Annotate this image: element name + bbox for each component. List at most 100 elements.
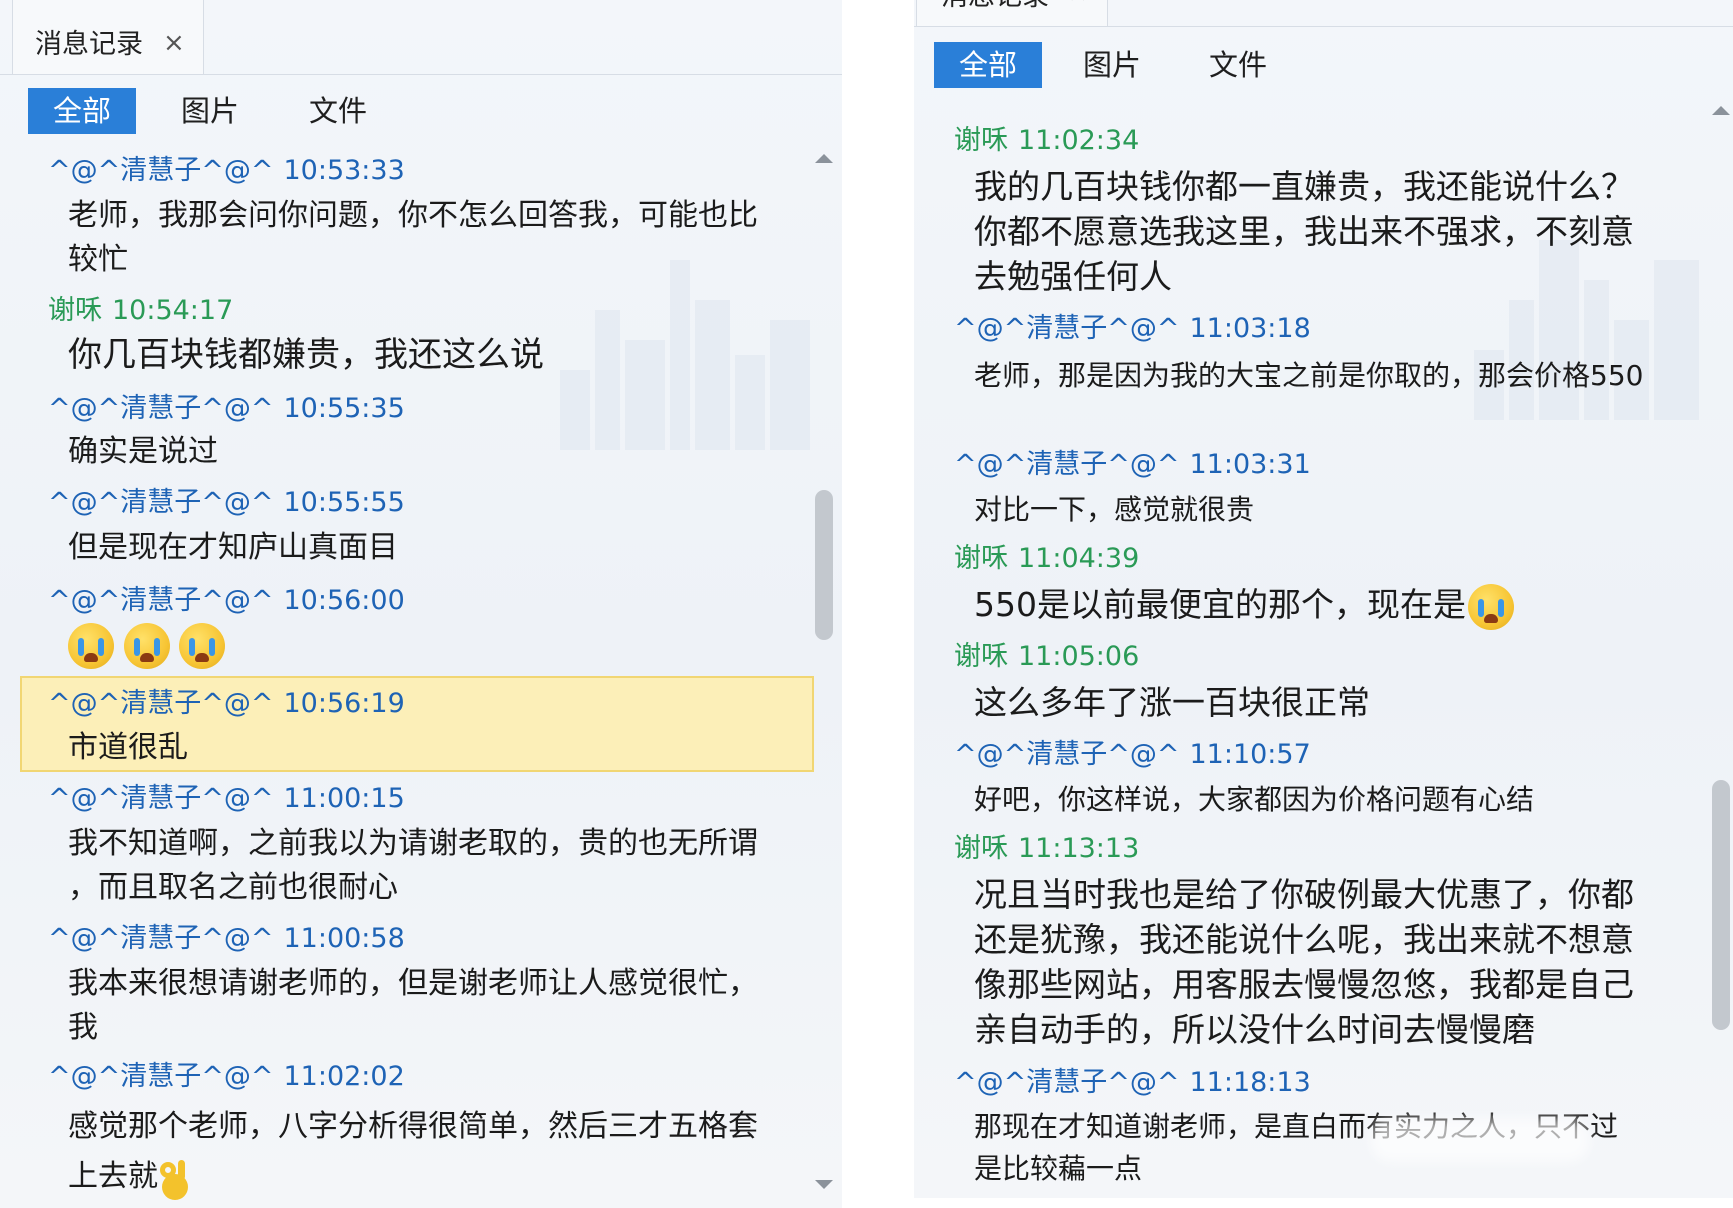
filter-tab-images[interactable]: 图片: [160, 88, 260, 134]
message-time: 10:55:55: [283, 487, 405, 518]
message-line: 还是犹豫，我还能说什么呢，我出来就不想意: [974, 920, 1634, 959]
message-header: ^@^清慧子^@^ 11:02:02: [48, 1054, 405, 1093]
sender-name: 谢咊: [954, 641, 1008, 672]
scroll-down-icon[interactable]: [815, 1180, 833, 1189]
sender-name: ^@^清慧子^@^: [48, 783, 274, 814]
sender-name: ^@^清慧子^@^: [48, 393, 274, 424]
sender-name: ^@^清慧子^@^: [48, 688, 274, 719]
message-time: 10:53:33: [283, 155, 405, 186]
sender-name: ^@^清慧子^@^: [954, 1067, 1180, 1098]
message-header: ^@^清慧子^@^ 11:18:13: [954, 1060, 1311, 1099]
sender-name: ^@^清慧子^@^: [48, 923, 274, 954]
filter-tab-files[interactable]: 文件: [288, 88, 388, 134]
message-time: 11:10:57: [1189, 739, 1311, 770]
scrollbar[interactable]: [814, 150, 834, 1190]
message-time: 11:03:18: [1189, 313, 1311, 344]
sender-name: ^@^清慧子^@^: [48, 585, 274, 616]
message-body: 我的几百块钱你都一直嫌贵，我还能说什么？ 你都不愿意选我这里，我出来不强求，不刻…: [974, 164, 1634, 299]
message-header: 谢咊 10:54:17: [48, 288, 233, 327]
tab-title: 消息记录: [35, 29, 143, 60]
message-line: 对比一下，感觉就很贵: [974, 493, 1255, 526]
tab-message-history[interactable]: 消息记录 ×: [916, 0, 1108, 26]
message-time: 11:04:39: [1018, 543, 1140, 574]
watermark-blur: [1370, 1118, 1590, 1162]
message-line: 我: [68, 1010, 98, 1045]
message-body: 这么多年了涨一百块很正常: [974, 680, 1370, 725]
sender-name: ^@^清慧子^@^: [48, 155, 274, 186]
scrollbar-thumb[interactable]: [815, 490, 833, 640]
message-body: 确实是说过: [68, 430, 218, 474]
message-header: 谢咊 11:13:13: [954, 826, 1139, 865]
message-time: 11:18:13: [1189, 1067, 1311, 1098]
message-time: 11:00:15: [283, 783, 405, 814]
sender-name: ^@^清慧子^@^: [48, 487, 274, 518]
message-time: 11:13:13: [1018, 833, 1140, 864]
sender-name: 谢咊: [48, 295, 102, 326]
filter-tab-all[interactable]: 全部: [934, 42, 1042, 88]
message-line: 感觉那个老师，八字分析得很简单，然后三才五格套: [68, 1109, 758, 1144]
message-header: ^@^清慧子^@^ 11:00:58: [48, 916, 405, 955]
message-time: 10:55:35: [283, 393, 405, 424]
message-line: 这么多年了涨一百块很正常: [974, 683, 1370, 722]
message-body: 市道很乱: [68, 726, 188, 770]
message-line-with-emoji: 上去就: [68, 1152, 758, 1202]
loudly-crying-emoji: [68, 622, 114, 669]
message-header: 谢咊 11:04:39: [954, 536, 1139, 575]
sender-name: ^@^清慧子^@^: [954, 313, 1180, 344]
message-time: 10:56:19: [283, 688, 405, 719]
message-line-with-emoji: 550是以前最便宜的那个，现在是: [974, 580, 1514, 630]
message-body: 我本来很想请谢老师的，但是谢老师让人感觉很忙， 我: [68, 962, 758, 1050]
message-header: ^@^清慧子^@^ 10:55:35: [48, 386, 405, 425]
message-body: 我不知道啊，之前我以为请谢老取的，贵的也无所谓 ，而且取名之前也很耐心: [68, 822, 758, 910]
chat-history-panel-left: 消息记录 × 全部 图片 文件 ^@^清慧子^@^ 10:53:33 老师，我那会…: [0, 0, 842, 1208]
filter-tab-files[interactable]: 文件: [1188, 42, 1288, 88]
sender-name: 谢咊: [954, 833, 1008, 864]
filter-tab-images[interactable]: 图片: [1062, 42, 1162, 88]
message-time: 11:03:31: [1189, 449, 1311, 480]
message-line: 老师，我那会问你问题，你不怎么回答我，可能也比: [68, 198, 758, 233]
message-line: 好吧，你这样说，大家都因为价格问题有心结: [974, 783, 1535, 816]
message-line: 550是以前最便宜的那个，现在是: [974, 585, 1466, 624]
message-line: 你几百块钱都嫌贵，我还这么说: [68, 335, 544, 375]
close-icon[interactable]: ×: [1067, 0, 1089, 8]
message-header: ^@^清慧子^@^ 11:03:18: [954, 306, 1311, 345]
message-body: 你几百块钱都嫌贵，我还这么说: [68, 332, 544, 378]
loudly-crying-emoji: [179, 622, 226, 669]
message-header: ^@^清慧子^@^ 11:00:15: [48, 776, 405, 815]
message-time: 11:02:02: [283, 1061, 405, 1092]
message-line: 亲自动手的，所以没什么时间去慢慢磨: [974, 1010, 1535, 1049]
tab-message-history[interactable]: 消息记录 ×: [12, 0, 204, 74]
message-header: ^@^清慧子^@^ 11:03:31: [954, 442, 1311, 481]
message-line: 上去就: [68, 1159, 158, 1194]
sender-name: ^@^清慧子^@^: [48, 1061, 274, 1092]
message-body: 550是以前最便宜的那个，现在是: [974, 580, 1514, 630]
message-body: 对比一下，感觉就很贵: [974, 488, 1254, 532]
message-line: 去勉强任何人: [974, 257, 1172, 296]
close-icon[interactable]: ×: [163, 28, 185, 58]
message-body: 好吧，你这样说，大家都因为价格问题有心结: [974, 778, 1534, 822]
message-line: 你都不愿意选我这里，我出来不强求，不刻意: [974, 212, 1634, 251]
message-line: 老师，那是因为我的大宝之前是你取的，那会价格550: [974, 359, 1644, 392]
message-line: ，而且取名之前也很耐心: [68, 870, 398, 905]
scroll-up-icon[interactable]: [815, 154, 833, 163]
message-header: ^@^清慧子^@^ 10:56:19: [48, 681, 405, 720]
message-body: [68, 620, 226, 670]
sender-name: ^@^清慧子^@^: [954, 449, 1180, 480]
message-line: 较忙: [68, 242, 128, 277]
message-time: 10:54:17: [112, 295, 234, 326]
message-body: 但是现在才知庐山真面目: [68, 526, 398, 570]
filter-tab-all[interactable]: 全部: [28, 88, 136, 134]
message-header: ^@^清慧子^@^ 10:53:33: [48, 148, 405, 187]
chat-history-panel-right: 消息记录 × 全部 图片 文件 谢咊 11:02:34 我的几百块钱你都一直嫌贵，…: [914, 0, 1733, 1198]
message-line: 我不知道啊，之前我以为请谢老取的，贵的也无所谓: [68, 826, 758, 861]
scroll-up-icon[interactable]: [1712, 106, 1730, 115]
scrollbar-thumb[interactable]: [1712, 780, 1730, 1030]
message-time: 11:00:58: [283, 923, 405, 954]
message-header: 谢咊 11:02:34: [954, 118, 1139, 157]
scrollbar[interactable]: [1711, 100, 1731, 1190]
message-body: 感觉那个老师，八字分析得很简单，然后三才五格套 上去就: [68, 1102, 758, 1202]
message-line: 但是现在才知庐山真面目: [68, 530, 398, 565]
loudly-crying-emoji: [1468, 583, 1514, 630]
message-line: 我本来很想请谢老师的，但是谢老师让人感觉很忙，: [68, 966, 758, 1001]
loudly-crying-emoji: [123, 622, 170, 669]
